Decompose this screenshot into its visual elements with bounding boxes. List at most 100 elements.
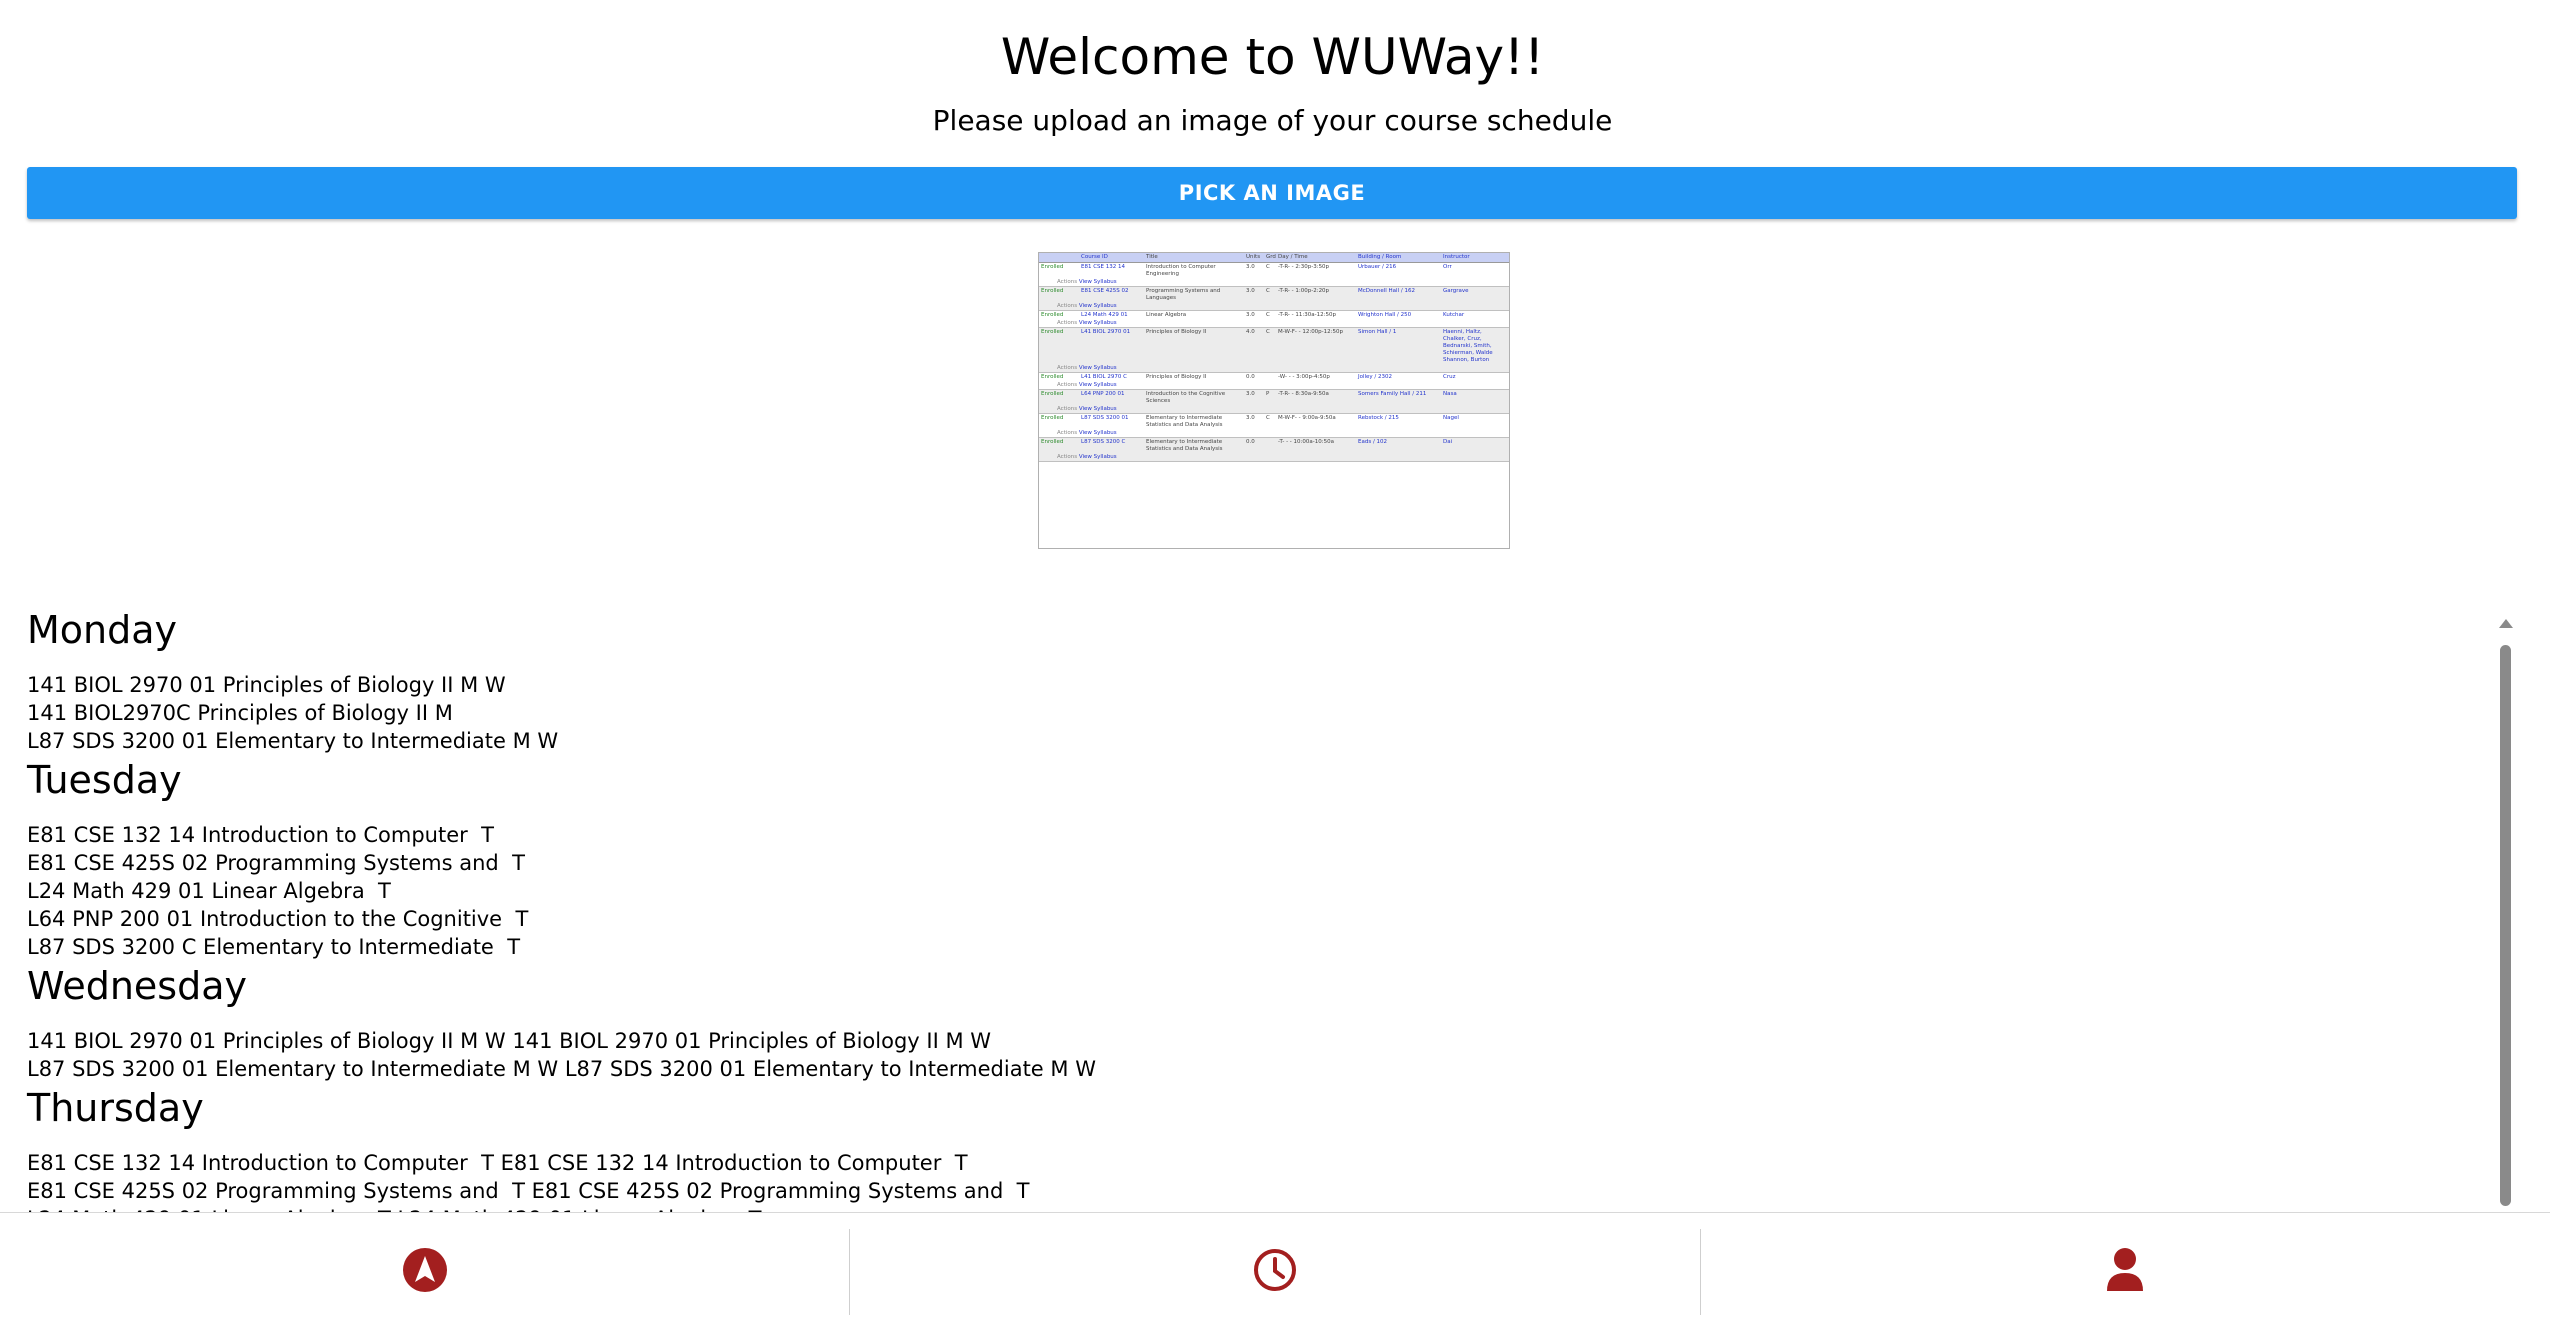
weekly-schedule-list[interactable]: Monday 141 BIOL 2970 01 Principles of Bio… — [0, 605, 2490, 1213]
schedule-image-cell: C — [1266, 264, 1270, 270]
schedule-image-cell: Haenni, Haltz, Chalker, Cruz, Bednarski,… — [1443, 329, 1493, 363]
schedule-image-actions: Actions View Syllabus — [1039, 430, 1509, 437]
schedule-image-cell: Jolley / 2302 — [1358, 374, 1393, 380]
schedule-image-cell: Nasa — [1443, 391, 1457, 397]
schedule-image-cell: M-W-F- - 9:00a-9:50a — [1278, 415, 1336, 421]
schedule-image-cell: -T- - - 10:00a-10:50a — [1278, 439, 1334, 445]
course-entry: L87 SDS 3200 01 Elementary to Intermedia… — [27, 1057, 1096, 1081]
course-entry: E81 CSE 132 14 Introduction to Computer … — [27, 1151, 968, 1175]
actions-label: Actions — [1057, 430, 1078, 436]
schedule-image-header-cell: Building / Room — [1358, 254, 1402, 260]
schedule-image-cell: -T-R- - 1:00p-2:20p — [1278, 288, 1330, 294]
schedule-image-cell: 3.0 — [1246, 312, 1255, 318]
course-entry: E81 CSE 425S 02 Programming Systems and … — [27, 1179, 1030, 1203]
view-syllabus-link: View Syllabus — [1078, 406, 1117, 412]
schedule-image-cell: Enrolled — [1041, 374, 1064, 380]
schedule-image-row: Enrolled L87 SDS 3200 C Elementary to Inte… — [1039, 438, 1509, 462]
schedule-image-cell: Somers Family Hall / 211 — [1358, 391, 1427, 397]
page-title: Welcome to WUWay!! — [1000, 28, 1545, 86]
schedule-image-preview: Course ID Title Units Grd Day / Time Building… — [1038, 252, 1510, 549]
scrollbar[interactable] — [2496, 617, 2514, 1210]
schedule-image-row: Enrolled L41 BIOL 2970 01 Principles of Bi… — [1039, 328, 1509, 373]
actions-label: Actions — [1057, 303, 1078, 309]
schedule-image-cell: Rebstock / 215 — [1358, 415, 1399, 421]
schedule-image-cell: 0.0 — [1246, 374, 1255, 380]
course-entry: 141 BIOL2970C Principles of Biology II M — [27, 701, 453, 725]
schedule-image-cell: -W- - - 3:00p-4:50p — [1278, 374, 1330, 380]
view-syllabus-link: View Syllabus — [1078, 365, 1117, 371]
course-entry: L87 SDS 3200 C Elementary to Intermediat… — [27, 935, 521, 959]
schedule-image-cell: Eads / 102 — [1358, 439, 1388, 445]
tab-profile[interactable] — [1701, 1213, 2550, 1326]
day-heading-tuesday: Tuesday — [27, 758, 182, 802]
schedule-image-row: Enrolled L87 SDS 3200 01 Elementary to Int… — [1039, 414, 1509, 438]
page-subtitle: Please upload an image of your course sc… — [932, 104, 1613, 137]
schedule-image-cell: Elementary to Intermediate Statistics an… — [1146, 415, 1223, 428]
schedule-image-cell: -T-R- - 11:30a-12:50p — [1278, 312, 1336, 318]
course-entry: L87 SDS 3200 01 Elementary to Intermedia… — [27, 729, 559, 753]
schedule-image-cell: Enrolled — [1041, 415, 1064, 421]
schedule-image-row: Enrolled L41 BIOL 2970 C Principles of Bio… — [1039, 373, 1509, 390]
schedule-image-cell: Enrolled — [1041, 329, 1064, 335]
tab-navigate[interactable] — [0, 1213, 849, 1326]
schedule-image-cell: Cruz — [1443, 374, 1456, 380]
schedule-image-cell: Enrolled — [1041, 264, 1064, 270]
schedule-image-cell: E81 CSE 132 14 — [1081, 264, 1126, 270]
schedule-image-cell: Kutchar — [1443, 312, 1465, 318]
schedule-image-cell: Linear Algebra — [1146, 312, 1187, 318]
actions-label: Actions — [1057, 382, 1078, 388]
scroll-up-arrow-icon[interactable] — [2499, 619, 2513, 628]
schedule-image-actions: Actions View Syllabus — [1039, 406, 1509, 413]
schedule-image-cell: L87 SDS 3200 01 — [1081, 415, 1129, 421]
schedule-image-actions: Actions View Syllabus — [1039, 365, 1509, 372]
day-heading-thursday: Thursday — [27, 1086, 204, 1130]
view-syllabus-link: View Syllabus — [1078, 454, 1117, 460]
pick-image-button[interactable]: PICK AN IMAGE — [27, 167, 2517, 219]
schedule-image-cell: C — [1266, 329, 1270, 335]
schedule-image-cell: 3.0 — [1246, 415, 1255, 421]
schedule-image-header-cell — [1039, 253, 1079, 262]
schedule-image-cell: Principles of Biology II — [1146, 374, 1207, 380]
schedule-image-header-cell: Instructor — [1443, 254, 1470, 260]
scrollbar-thumb[interactable] — [2500, 645, 2511, 1206]
schedule-image-cell: C — [1266, 312, 1270, 318]
course-entry: E81 CSE 132 14 Introduction to Computer … — [27, 823, 494, 847]
schedule-image-cell: Dai — [1443, 439, 1453, 445]
schedule-image-cell: 3.0 — [1246, 288, 1255, 294]
schedule-image-cell: 0.0 — [1246, 439, 1255, 445]
schedule-image-cell: M-W-F- - 12:00p-12:50p — [1278, 329, 1344, 335]
schedule-image-cell: Nagel — [1443, 415, 1459, 421]
schedule-image-cell: -T-R- - 2:30p-3:50p — [1278, 264, 1330, 270]
actions-label: Actions — [1057, 365, 1078, 371]
view-syllabus-link: View Syllabus — [1078, 303, 1117, 309]
schedule-image-actions: Actions View Syllabus — [1039, 320, 1509, 327]
schedule-image-cell: Orr — [1443, 264, 1452, 270]
schedule-image-row: Enrolled E81 CSE 425S 02 Programming Syste… — [1039, 287, 1509, 311]
schedule-image-cell: Simon Hall / 1 — [1358, 329, 1397, 335]
schedule-image-cell: Enrolled — [1041, 391, 1064, 397]
schedule-image-header-cell: Course ID — [1081, 254, 1108, 260]
schedule-image-cell: Urbauer / 216 — [1358, 264, 1397, 270]
navigation-arrow-icon — [402, 1247, 447, 1292]
schedule-image-row: Enrolled L64 PNP 200 01 Introduction to th… — [1039, 390, 1509, 414]
schedule-image-header-cell: Units — [1246, 254, 1261, 260]
actions-label: Actions — [1057, 320, 1078, 326]
actions-label: Actions — [1057, 279, 1078, 285]
schedule-image-header-cell: Day / Time — [1278, 254, 1308, 260]
schedule-image-cell: 3.0 — [1246, 264, 1255, 270]
course-entry: 141 BIOL 2970 01 Principles of Biology I… — [27, 673, 506, 697]
schedule-image-actions: Actions View Syllabus — [1039, 303, 1509, 310]
schedule-image-cell: E81 CSE 425S 02 — [1081, 288, 1129, 294]
bottom-tab-bar — [0, 1212, 2550, 1326]
day-heading-wednesday: Wednesday — [27, 964, 248, 1008]
clock-icon — [1253, 1248, 1296, 1291]
schedule-image-cell: Programming Systems and Languages — [1146, 288, 1221, 301]
schedule-image-cell: L41 BIOL 2970 C — [1081, 374, 1127, 380]
tab-schedule[interactable] — [850, 1213, 1699, 1326]
schedule-image-header: Course ID Title Units Grd Day / Time Building… — [1039, 253, 1509, 263]
course-entry: L64 PNP 200 01 Introduction to the Cogni… — [27, 907, 529, 931]
schedule-image-cell: L64 PNP 200 01 — [1081, 391, 1125, 397]
schedule-image-cell: Enrolled — [1041, 439, 1064, 445]
schedule-image-cell: L87 SDS 3200 C — [1081, 439, 1126, 445]
schedule-image-cell — [1264, 438, 1276, 454]
